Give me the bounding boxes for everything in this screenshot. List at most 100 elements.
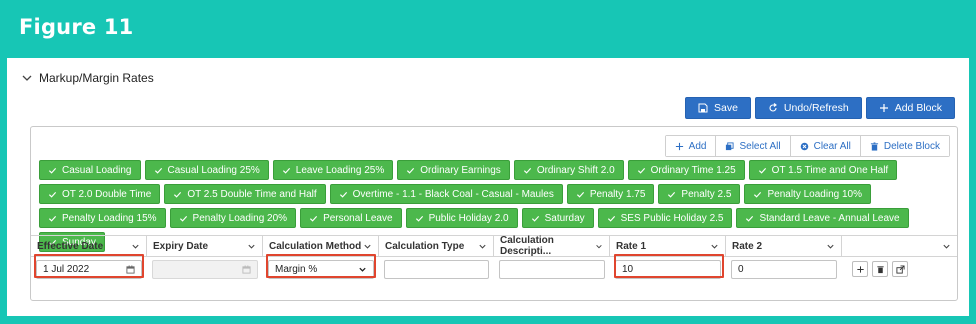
figure-title: Figure 11 [19, 15, 134, 39]
check-icon [282, 167, 290, 174]
undo-icon [769, 103, 777, 112]
earning-chip[interactable]: Overtime - 1.1 - Black Coal - Casual - M… [329, 184, 563, 204]
trash-icon [876, 265, 884, 273]
toolbar: Save Undo/Refresh Add Block [684, 97, 955, 119]
undo-refresh-label: Undo/Refresh [783, 102, 849, 114]
earning-chip[interactable]: Public Holiday 2.0 [405, 208, 518, 228]
rate-2-value: 0 [738, 263, 744, 275]
earning-chip[interactable]: Penalty 1.75 [566, 184, 655, 204]
chip-label: OT 2.0 Double Time [62, 188, 152, 200]
chip-label: Personal Leave [323, 212, 393, 224]
check-icon [531, 215, 539, 222]
figure-header: Figure 11 [0, 0, 976, 58]
plus-icon [675, 142, 683, 150]
chip-label: OT 2.5 Double Time and Half [187, 188, 317, 200]
column-label: Expiry Date [153, 240, 209, 252]
earning-chip[interactable]: Penalty Loading 15% [39, 208, 166, 228]
clear-all-button[interactable]: Clear All [790, 136, 861, 156]
open-row-button[interactable] [892, 261, 908, 277]
check-icon [754, 191, 762, 198]
column-rate-2[interactable]: Rate 2 [726, 236, 842, 256]
delete-block-button[interactable]: Delete Block [860, 136, 949, 156]
column-effective-date[interactable]: Effective Date [31, 236, 147, 256]
earning-chip[interactable]: Saturday [521, 208, 594, 228]
cell-effective-date: 1 Jul 2022 [31, 257, 147, 281]
column-rate-1[interactable]: Rate 1 [610, 236, 726, 256]
earning-chip[interactable]: Ordinary Shift 2.0 [513, 160, 624, 180]
expiry-date-field[interactable] [152, 259, 258, 279]
earning-chip[interactable]: OT 2.5 Double Time and Half [164, 184, 326, 204]
add-row-button[interactable] [852, 261, 868, 277]
earning-chip[interactable]: Standard Leave - Annual Leave [736, 208, 909, 228]
check-icon [746, 215, 754, 222]
add-label: Add [688, 140, 707, 152]
save-button[interactable]: Save [684, 97, 751, 119]
check-icon [174, 191, 182, 198]
calendar-icon [126, 264, 135, 274]
add-button[interactable]: Add [665, 136, 717, 156]
rate-2-field[interactable]: 0 [731, 259, 837, 279]
earning-chip[interactable]: OT 2.0 Double Time [39, 184, 161, 204]
section-title: Markup/Margin Rates [39, 71, 154, 85]
select-all-button[interactable]: Select All [716, 136, 791, 156]
check-icon [48, 191, 57, 198]
chip-label: Casual Loading [62, 164, 132, 176]
trash-icon [870, 141, 878, 151]
select-all-label: Select All [739, 140, 781, 152]
earning-chip[interactable]: Ordinary Earnings [397, 160, 510, 180]
earning-chip[interactable]: Personal Leave [300, 208, 402, 228]
calculation-method-select[interactable]: Margin % [268, 259, 374, 279]
column-calculation-method[interactable]: Calculation Method [263, 236, 379, 256]
check-icon [758, 167, 766, 174]
delete-block-label: Delete Block [883, 140, 940, 152]
earning-chip[interactable]: Casual Loading 25% [144, 160, 269, 180]
clear-icon [800, 142, 808, 150]
column-expiry-date[interactable]: Expiry Date [147, 236, 263, 256]
chip-label: Ordinary Earnings [420, 164, 501, 176]
earning-chip[interactable]: Penalty Loading 20% [169, 208, 297, 228]
chip-label: Saturday [544, 212, 585, 224]
check-icon [154, 167, 162, 174]
section-toggle[interactable]: Markup/Margin Rates [21, 71, 154, 85]
column-label: Calculation Method [269, 240, 362, 252]
column-label: Rate 1 [616, 240, 647, 252]
earning-chip[interactable]: Leave Loading 25% [272, 160, 394, 180]
column-actions[interactable] [842, 236, 957, 256]
earning-chip[interactable]: SES Public Holiday 2.5 [597, 208, 733, 228]
grid-header: Effective Date Expiry Date Calculation M… [31, 235, 957, 257]
chip-label: Ordinary Time 1.25 [650, 164, 736, 176]
chip-label: Public Holiday 2.0 [428, 212, 509, 224]
earning-chip[interactable]: Ordinary Time 1.25 [627, 160, 745, 180]
calculation-type-field[interactable] [384, 259, 489, 279]
delete-row-button[interactable] [872, 261, 888, 277]
effective-date-field[interactable]: 1 Jul 2022 [36, 259, 142, 279]
calculation-description-field[interactable] [499, 259, 605, 279]
column-label: Effective Date [37, 240, 104, 252]
earning-chip[interactable]: Penalty Loading 10% [744, 184, 871, 204]
chip-label: Penalty Loading 20% [192, 212, 288, 224]
calculation-method-value: Margin % [275, 263, 318, 275]
chip-label: OT 1.5 Time and One Half [771, 164, 889, 176]
check-icon [637, 167, 645, 174]
earning-chip[interactable]: Casual Loading [39, 160, 141, 180]
earning-chip[interactable]: Penalty 2.5 [658, 184, 741, 204]
save-icon [698, 103, 708, 113]
rate-1-value: 10 [622, 263, 634, 275]
cell-calculation-type [379, 257, 494, 281]
chip-label: Penalty Loading 10% [767, 188, 862, 200]
chevron-down-icon [22, 75, 32, 81]
chevron-down-icon [248, 244, 255, 249]
column-calculation-description[interactable]: Calculation Descripti... [494, 235, 610, 257]
check-icon [48, 167, 57, 174]
check-icon [48, 215, 57, 222]
chip-label: Penalty 2.5 [681, 188, 732, 200]
chevron-down-icon [827, 244, 834, 249]
chevron-down-icon [364, 244, 371, 249]
column-calculation-type[interactable]: Calculation Type [379, 236, 494, 256]
undo-refresh-button[interactable]: Undo/Refresh [754, 97, 862, 119]
chip-label: Overtime - 1.1 - Black Coal - Casual - M… [352, 188, 554, 200]
add-block-button[interactable]: Add Block [865, 97, 955, 119]
earning-chip[interactable]: OT 1.5 Time and One Half [748, 160, 898, 180]
rate-1-field[interactable]: 10 [615, 259, 721, 279]
check-icon [668, 191, 676, 198]
